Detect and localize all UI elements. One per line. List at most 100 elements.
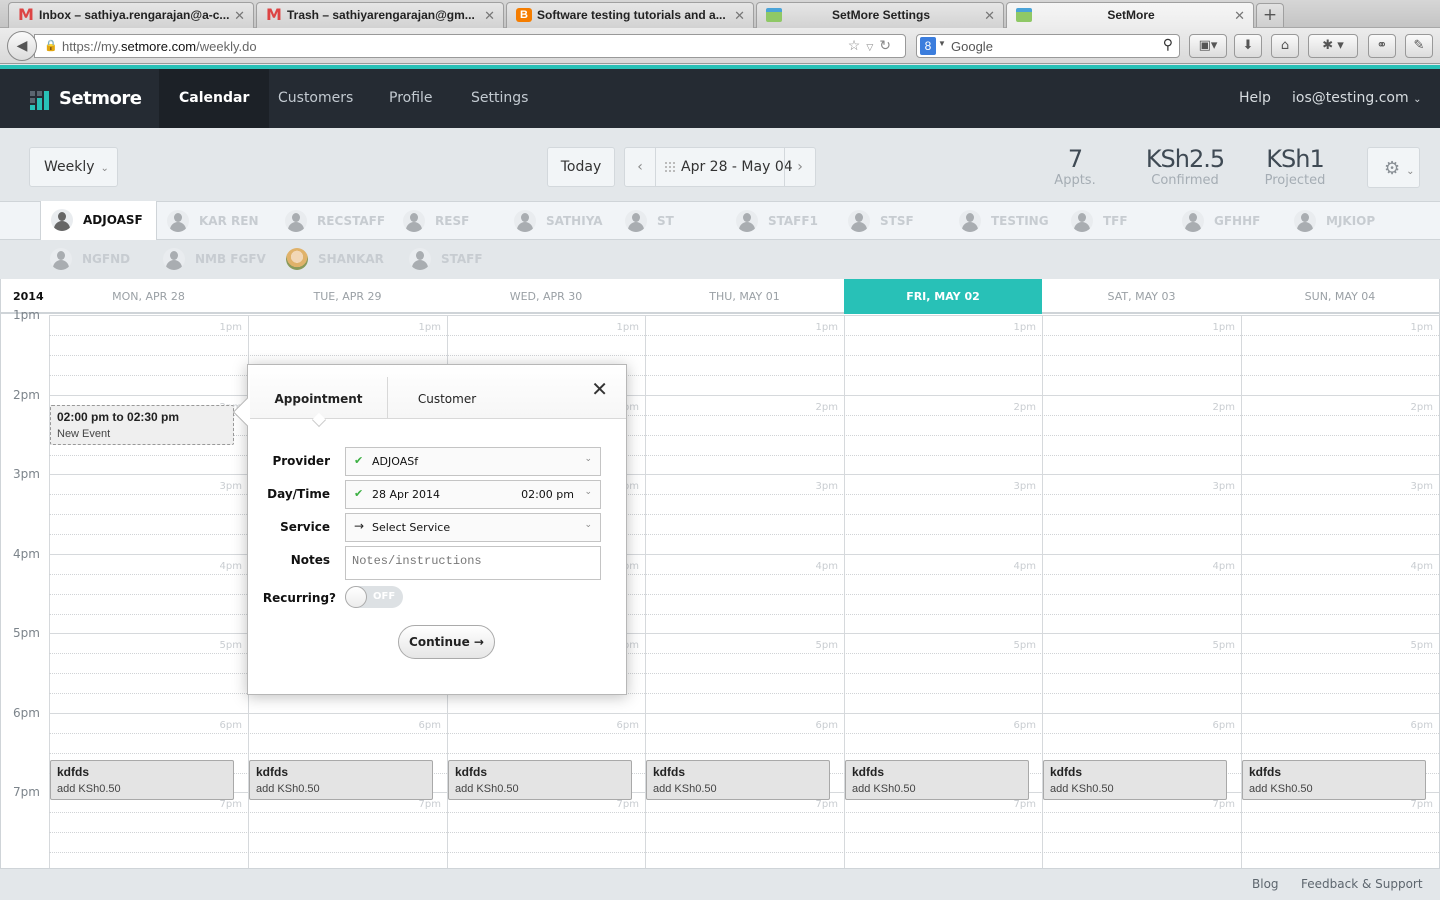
back-button[interactable]: ◀ [7, 31, 37, 61]
url-path: /weekly.do [196, 39, 257, 54]
cell-hour-label: 3pm [1410, 481, 1433, 492]
appointment-event[interactable]: kdfds add KSh0.50 [646, 760, 830, 800]
browser-tab-setmore-settings[interactable]: SetMore Settings ✕ [756, 2, 1004, 28]
nav-profile[interactable]: Profile [369, 69, 453, 128]
bookmark-star-icon[interactable]: ☆ [848, 37, 867, 53]
tab-customer[interactable]: Customer [388, 377, 506, 419]
time-grid[interactable]: 1pm 1pm 1pm 1pm 1pm 1pm 1pm 1pm 2pm 2pm 2pm 2pm 2pm 2… [1, 308, 1439, 868]
event-subtitle: add KSh0.50 [653, 783, 717, 795]
nav-calendar[interactable]: Calendar [159, 69, 270, 128]
hour-line [49, 713, 1439, 714]
staff-filter-adjoasf[interactable]: ADJOASF [40, 201, 157, 240]
appointment-event[interactable]: kdfds add KSh0.50 [448, 760, 632, 800]
reload-icon[interactable]: ↻ [879, 37, 897, 53]
staff-filter-ngfnd[interactable]: NGFND [40, 240, 150, 278]
staff-filter-st[interactable]: ST [615, 202, 725, 240]
close-icon[interactable]: ✕ [591, 379, 608, 399]
staff-filter-resf[interactable]: RESF [393, 202, 503, 240]
day-header[interactable]: FRI, MAY 02 [844, 279, 1042, 314]
cell-hour-label: 6pm [219, 720, 242, 731]
setmore-calendar-icon [1016, 8, 1032, 22]
nav-settings[interactable]: Settings [451, 69, 548, 128]
home-button[interactable]: ⌂ [1271, 34, 1299, 58]
provider-select[interactable]: ✔ ADJOASf ⌄ [345, 447, 601, 476]
google-search-engine-icon[interactable]: 8 [920, 37, 936, 55]
bookmarks-button[interactable]: ▣▾ [1189, 34, 1227, 58]
browser-tab-setmore[interactable]: SetMore ✕ [1006, 2, 1254, 29]
notes-input[interactable]: Notes/instructions [345, 546, 601, 580]
appointment-event[interactable]: kdfds add KSh0.50 [1043, 760, 1227, 800]
day-header[interactable]: SAT, MAY 03 [1042, 279, 1241, 314]
staff-filter-kar-ren[interactable]: KAR REN [157, 202, 267, 240]
calendar-grid-icon[interactable] [665, 162, 675, 172]
close-tab-icon[interactable]: ✕ [484, 8, 495, 24]
help-link[interactable]: Help [1239, 69, 1271, 128]
appointment-event[interactable]: kdfds add KSh0.50 [249, 760, 433, 800]
selenium-ide-button[interactable]: ✎ [1405, 34, 1433, 58]
staff-filter-sathiya[interactable]: SATHIYA [504, 202, 614, 240]
downloads-button[interactable]: ⬇ [1234, 34, 1262, 58]
address-bar[interactable]: 🔒 https://my.setmore.com/weekly.do ☆▽↻ [34, 34, 906, 58]
quarter-line [49, 335, 1439, 336]
continue-button[interactable]: Continue → [398, 625, 495, 659]
close-tab-icon[interactable]: ✕ [234, 8, 245, 24]
staff-row: NGFND NMB FGFV SHANKAR STAFF [0, 240, 1440, 278]
quarter-line [49, 812, 1439, 813]
date-range-label[interactable]: Apr 28 - May 04 [681, 159, 793, 175]
settings-gear-button[interactable]: ⚙ ⌄ [1367, 147, 1420, 188]
appointment-event[interactable]: kdfds add KSh0.50 [1242, 760, 1426, 800]
view-select[interactable]: Weekly ⌄ [29, 147, 118, 187]
history-dropdown-icon[interactable]: ▽ [866, 42, 879, 52]
feedback-support-link[interactable]: Feedback & Support [1301, 877, 1423, 891]
today-button[interactable]: Today [547, 147, 615, 187]
staff-filter-recstaff[interactable]: RECSTAFF [275, 202, 385, 240]
search-icon[interactable]: ⚲ [1163, 36, 1173, 53]
cell-hour-label: 4pm [815, 561, 838, 572]
search-bar[interactable]: 8 ▼ Google ⚲ [916, 34, 1180, 58]
daytime-select[interactable]: ✔ 28 Apr 2014 02:00 pm ⌄ [345, 480, 601, 509]
browser-tab-blog[interactable]: B Software testing tutorials and a... ✕ [506, 2, 754, 28]
staff-filter-staff1[interactable]: STAFF1 [726, 202, 836, 240]
staff-filter-gfhhf[interactable]: GFHHF [1172, 202, 1282, 240]
recurring-toggle[interactable]: OFF [345, 586, 403, 608]
staff-filter-shankar[interactable]: SHANKAR [276, 240, 386, 278]
previous-week-button[interactable]: ‹ [625, 148, 656, 186]
day-header[interactable]: TUE, APR 29 [248, 279, 447, 314]
extension-button[interactable]: ⚭ [1368, 34, 1396, 58]
day-header[interactable]: WED, APR 30 [447, 279, 645, 314]
nav-customers[interactable]: Customers [258, 69, 373, 128]
close-tab-icon[interactable]: ✕ [1234, 8, 1245, 24]
staff-name: TESTING [991, 214, 1049, 228]
day-header[interactable]: THU, MAY 01 [645, 279, 844, 314]
new-tab-button[interactable]: + [1256, 3, 1284, 27]
day-header[interactable]: MON, APR 28 [49, 279, 248, 314]
account-menu[interactable]: ios@testing.com ⌄ [1292, 69, 1421, 129]
service-select[interactable]: → Select Service ⌄ [345, 513, 601, 542]
quarter-line [49, 733, 1439, 734]
staff-filter-testing[interactable]: TESTING [949, 202, 1059, 240]
setmore-logo-icon[interactable] [30, 91, 50, 111]
service-value: Select Service [372, 521, 451, 534]
chevron-down-icon: ⌄ [1413, 94, 1422, 105]
brand-name[interactable]: Setmore [59, 88, 142, 109]
staff-filter-mjkiop[interactable]: MJKIOP [1284, 202, 1394, 240]
new-event-placeholder[interactable]: 02:00 pm to 02:30 pm New Event [50, 405, 234, 445]
staff-filter-stsf[interactable]: STSF [838, 202, 948, 240]
cell-hour-label: 3pm [1212, 481, 1235, 492]
arrow-right-icon: → [354, 519, 365, 533]
next-week-button[interactable]: › [784, 148, 815, 186]
staff-filter-tff[interactable]: TFF [1061, 202, 1171, 240]
close-tab-icon[interactable]: ✕ [984, 8, 995, 24]
blog-link[interactable]: Blog [1252, 877, 1279, 891]
browser-tab-trash[interactable]: M Trash – sathiyarengarajan@gm... ✕ [256, 2, 504, 28]
appointment-event[interactable]: kdfds add KSh0.50 [845, 760, 1029, 800]
close-tab-icon[interactable]: ✕ [734, 8, 745, 24]
addon-button[interactable]: ✱ ▾ [1308, 34, 1358, 58]
staff-filter-nmb-fgfv[interactable]: NMB FGFV [153, 240, 266, 278]
stat-projected: KSh1 Projected [1255, 144, 1335, 188]
browser-tab-inbox[interactable]: M Inbox – sathiya.rengarajan@a-c... ✕ [8, 2, 254, 28]
appointment-event[interactable]: kdfds add KSh0.50 [50, 760, 234, 800]
day-header[interactable]: SUN, MAY 04 [1241, 279, 1439, 314]
staff-filter-staff[interactable]: STAFF [399, 240, 509, 278]
hour-label: 1pm [13, 308, 40, 322]
